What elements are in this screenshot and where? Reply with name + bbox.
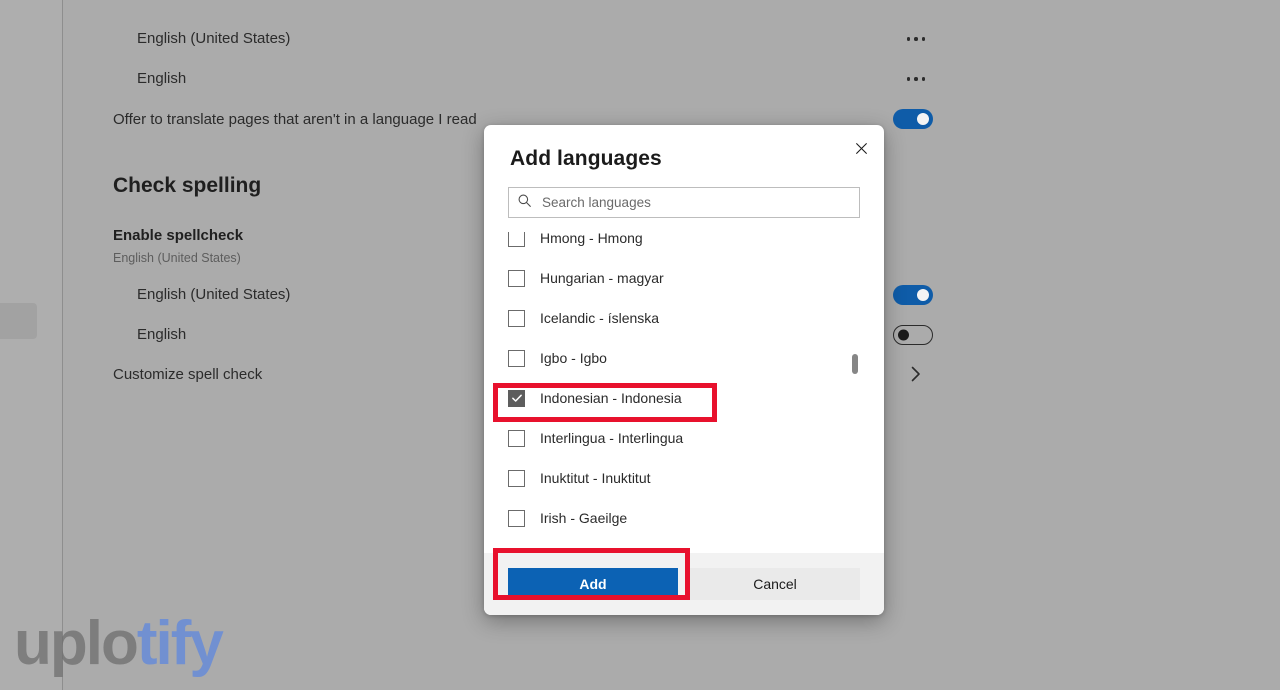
settings-left-rail bbox=[0, 0, 63, 690]
list-item[interactable]: Irish - Gaeilge bbox=[508, 498, 884, 538]
watermark-part-a: uplo bbox=[14, 609, 139, 678]
add-languages-dialog: Add languages Hmong - Hmong bbox=[484, 125, 884, 615]
list-item-label: Hungarian - magyar bbox=[540, 270, 664, 286]
add-button[interactable]: Add bbox=[508, 568, 678, 600]
dialog-title: Add languages bbox=[510, 147, 662, 170]
customize-spell-check-label[interactable]: Customize spell check bbox=[113, 366, 262, 383]
list-item[interactable]: Inuktitut - Inuktitut bbox=[508, 458, 884, 498]
list-item[interactable]: Hmong - Hmong bbox=[508, 232, 884, 258]
list-item-label: Igbo - Igbo bbox=[540, 350, 607, 366]
language-checkbox[interactable] bbox=[508, 269, 525, 287]
search-languages-field[interactable] bbox=[508, 187, 860, 218]
chevron-right-icon[interactable] bbox=[905, 363, 927, 385]
dialog-footer: Add Cancel bbox=[484, 553, 884, 615]
cancel-button[interactable]: Cancel bbox=[690, 568, 860, 600]
toggle-knob bbox=[917, 113, 929, 125]
list-item-label: Inuktitut - Inuktitut bbox=[540, 470, 651, 486]
search-icon bbox=[517, 193, 532, 213]
uplotify-watermark: uplotify bbox=[14, 608, 224, 679]
background-language-row-1-menu[interactable] bbox=[899, 62, 933, 96]
list-item-label: Interlingua - Interlingua bbox=[540, 430, 684, 446]
offer-translate-label: Offer to translate pages that aren't in … bbox=[113, 111, 477, 128]
check-spelling-heading: Check spelling bbox=[113, 174, 262, 197]
language-checkbox[interactable] bbox=[508, 309, 525, 327]
enable-spellcheck-sublabel: English (United States) bbox=[113, 251, 241, 265]
offer-translate-toggle[interactable] bbox=[893, 109, 933, 129]
list-item-selected[interactable]: Indonesian - Indonesia bbox=[508, 378, 884, 418]
language-checkbox[interactable] bbox=[508, 429, 525, 447]
toggle-knob bbox=[898, 329, 909, 341]
background-language-row-1-label: English bbox=[137, 70, 187, 87]
language-checkbox[interactable] bbox=[508, 389, 525, 407]
language-checkbox[interactable] bbox=[508, 509, 525, 527]
watermark-part-b: tify bbox=[136, 609, 224, 678]
dictionary-row-1-toggle[interactable] bbox=[893, 325, 933, 345]
list-item[interactable]: Igbo - Igbo bbox=[508, 338, 884, 378]
dictionary-row-1-label: English bbox=[137, 326, 187, 343]
languages-list[interactable]: Hmong - Hmong Hungarian - magyar Iceland… bbox=[484, 232, 884, 553]
background-language-row-0-menu[interactable] bbox=[899, 22, 933, 56]
language-checkbox[interactable] bbox=[508, 232, 525, 247]
list-item[interactable]: Icelandic - íslenska bbox=[508, 298, 884, 338]
languages-scroll-container: Hmong - Hmong Hungarian - magyar Iceland… bbox=[484, 232, 884, 553]
toggle-knob bbox=[917, 289, 929, 301]
list-item-label: Icelandic - íslenska bbox=[540, 310, 660, 326]
list-item-label: Indonesian - Indonesia bbox=[540, 390, 682, 406]
search-input[interactable] bbox=[532, 195, 851, 210]
dictionary-row-0-toggle[interactable] bbox=[893, 285, 933, 305]
language-checkbox[interactable] bbox=[508, 349, 525, 367]
list-item[interactable]: Interlingua - Interlingua bbox=[508, 418, 884, 458]
list-item-label: Hmong - Hmong bbox=[540, 232, 643, 246]
dictionary-row-0-label: English (United States) bbox=[137, 286, 291, 303]
background-language-row-0-label: English (United States) bbox=[137, 30, 291, 47]
language-checkbox[interactable] bbox=[508, 469, 525, 487]
enable-spellcheck-label: Enable spellcheck bbox=[113, 227, 244, 244]
rail-selection-pill bbox=[0, 303, 37, 339]
close-icon[interactable] bbox=[846, 133, 876, 163]
list-scrollbar-thumb[interactable] bbox=[852, 354, 858, 374]
list-item[interactable]: Hungarian - magyar bbox=[508, 258, 884, 298]
list-item-label: Irish - Gaeilge bbox=[540, 510, 628, 526]
